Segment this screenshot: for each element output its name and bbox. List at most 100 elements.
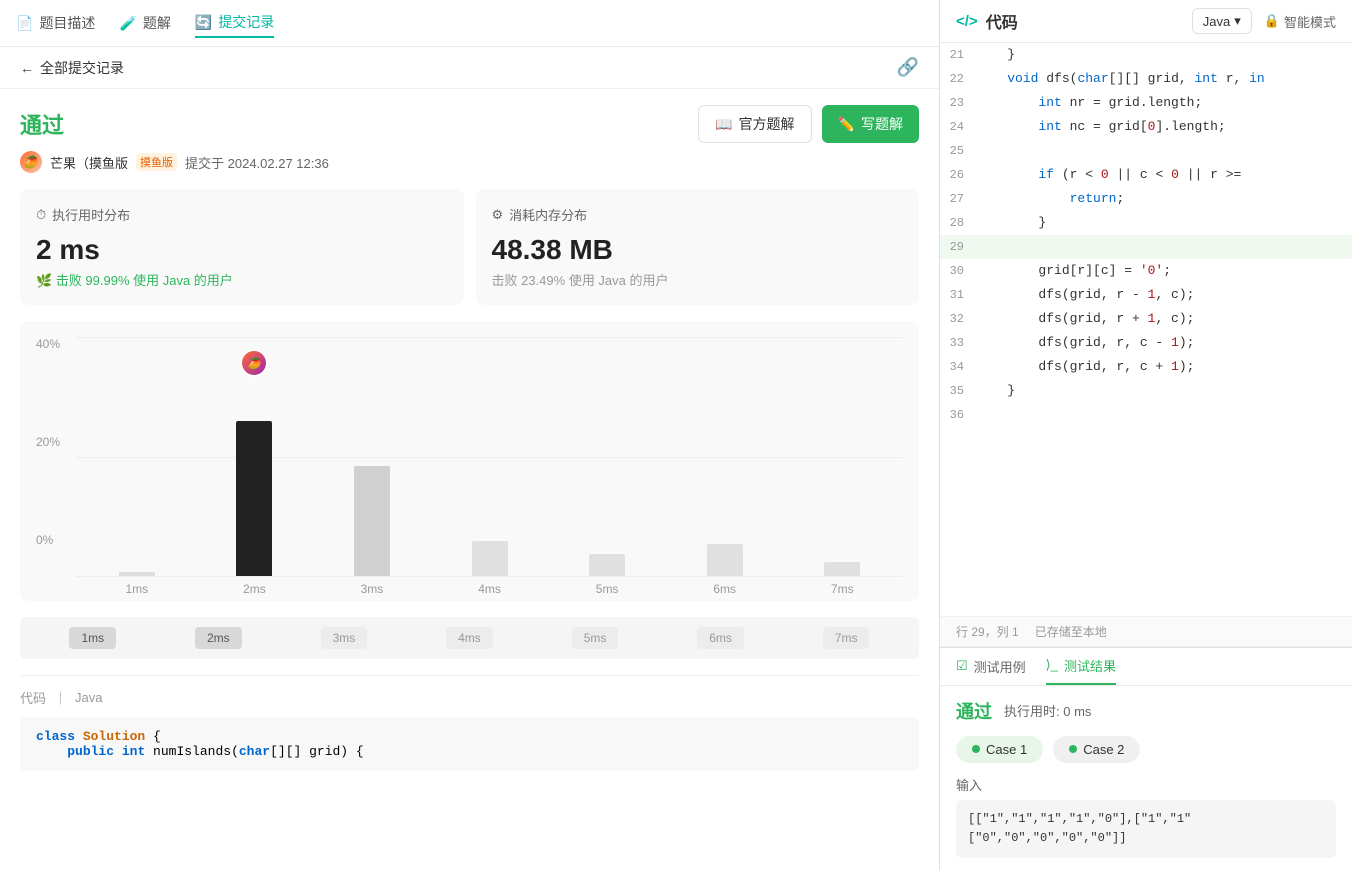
x-label-2ms: 2ms xyxy=(204,582,306,596)
nav-submissions[interactable]: 🔄 提交记录 xyxy=(195,8,274,38)
code-section: 代码 ｜ Java class Solution { public int nu… xyxy=(20,675,919,771)
right-title-label: 代码 xyxy=(986,9,1018,33)
code-brackets-icon: </> xyxy=(956,13,978,30)
leaf-icon: 🌿 xyxy=(36,273,52,288)
editor-line-36: 36 xyxy=(940,403,1352,427)
scroll-5ms[interactable]: 5ms xyxy=(572,627,619,649)
right-panel: </> 代码 Java ▾ 🔒 智能模式 21 } 22 void dfs(ch… xyxy=(940,0,1352,870)
write-solution-button[interactable]: ✏️ 写题解 xyxy=(822,105,919,143)
terminal-icon: ⟩_ xyxy=(1046,657,1058,673)
memory-value: 48.38 MB xyxy=(492,234,904,266)
smart-mode-toggle[interactable]: 🔒 智能模式 xyxy=(1264,12,1336,31)
result-status-row: 通过 执行用时: 0 ms xyxy=(956,698,1336,724)
y-label-20: 20% xyxy=(36,435,76,449)
bottom-tabs: ☑ 测试用例 ⟩_ 测试结果 xyxy=(940,648,1352,686)
code-editor[interactable]: 21 } 22 void dfs(char[][] grid, int r, i… xyxy=(940,43,1352,616)
submit-time: 提交于 2024.02.27 12:36 xyxy=(185,153,329,172)
result-pass-text: 通过 xyxy=(956,698,992,724)
input-value-line2: ["0","0","0","0","0"]] xyxy=(968,831,1126,845)
bar-2ms-rect xyxy=(236,421,272,576)
time-title-label: 执行用时分布 xyxy=(52,205,130,224)
editor-line-25: 25 xyxy=(940,139,1352,163)
bar-6ms-rect xyxy=(707,544,743,576)
nav-solution[interactable]: 🧪 题解 xyxy=(119,9,170,37)
chart-container: 40% 20% 0% xyxy=(20,321,919,601)
x-label-3ms: 3ms xyxy=(321,582,423,596)
editor-line-23: 23 int nr = grid.length; xyxy=(940,91,1352,115)
editor-line-34: 34 dfs(grid, r, c + 1); xyxy=(940,355,1352,379)
user-info: 🥭 芒果（摸鱼版 摸鱼版 提交于 2024.02.27 12:36 xyxy=(20,151,919,173)
right-panel-title: </> 代码 xyxy=(956,9,1018,33)
stats-grid: ⏱ 执行用时分布 2 ms 🌿 击败 99.99% 使用 Java 的用户 ⚙ … xyxy=(20,189,919,305)
memory-title-label: 消耗内存分布 xyxy=(509,205,587,224)
case2-dot xyxy=(1069,745,1077,753)
result-area: 通过 执行用时: 0 ms Case 1 Case 2 输入 [["1","1"… xyxy=(940,686,1352,870)
editor-line-28: 28 } xyxy=(940,211,1352,235)
code-line-1: class Solution { xyxy=(36,729,903,744)
link-icon[interactable]: 🔗 xyxy=(897,57,919,78)
edit-icon: ✏️ xyxy=(838,116,855,133)
nav-description-label: 题目描述 xyxy=(39,13,95,33)
nav-submissions-label: 提交记录 xyxy=(218,12,274,32)
smart-mode-label: 智能模式 xyxy=(1284,12,1336,31)
x-label-7ms: 7ms xyxy=(791,582,893,596)
back-label: 全部提交记录 xyxy=(40,58,124,78)
nav-description[interactable]: 📄 题目描述 xyxy=(16,9,95,37)
test-result-label: 测试结果 xyxy=(1064,656,1116,675)
y-label-40: 40% xyxy=(36,337,76,351)
pass-status: 通过 xyxy=(20,108,64,140)
official-btn-label: 官方题解 xyxy=(739,114,795,134)
editor-line-29: 29 xyxy=(940,235,1352,259)
bar-2ms: 🥭 xyxy=(204,337,306,576)
code-breadcrumb: 代码 ｜ Java xyxy=(20,688,919,707)
bar-3ms-rect xyxy=(354,466,390,576)
book-icon: 📖 xyxy=(715,116,732,133)
case1-tab[interactable]: Case 1 xyxy=(956,736,1043,763)
nav-solution-label: 题解 xyxy=(143,13,171,33)
test-result-tab[interactable]: ⟩_ 测试结果 xyxy=(1046,656,1116,685)
breadcrumb-separator: ｜ xyxy=(54,688,67,707)
lang-label: Java xyxy=(1203,14,1230,29)
editor-line-27: 27 return; xyxy=(940,187,1352,211)
user-name: 芒果（摸鱼版 xyxy=(50,153,128,172)
case1-dot xyxy=(972,745,980,753)
case-tabs: Case 1 Case 2 xyxy=(956,736,1336,763)
editor-line-32: 32 dfs(grid, r + 1, c); xyxy=(940,307,1352,331)
grid-line-top xyxy=(76,337,903,338)
back-button[interactable]: ← 全部提交记录 xyxy=(20,58,124,78)
scroll-3ms[interactable]: 3ms xyxy=(321,627,368,649)
action-buttons: 📖 官方题解 ✏️ 写题解 xyxy=(698,105,919,143)
test-case-label: 测试用例 xyxy=(974,657,1026,676)
submissions-icon: 🔄 xyxy=(195,14,212,31)
scroll-4ms[interactable]: 4ms xyxy=(446,627,493,649)
x-label-1ms: 1ms xyxy=(86,582,188,596)
scroll-1ms[interactable]: 1ms xyxy=(69,627,116,649)
input-box: [["1","1","1","1","0"],["1","1" ["0","0"… xyxy=(956,800,1336,858)
language-selector[interactable]: Java ▾ xyxy=(1192,8,1252,34)
official-solution-button[interactable]: 📖 官方题解 xyxy=(698,105,811,143)
user-avatar-marker: 🥭 xyxy=(240,349,268,377)
test-case-tab[interactable]: ☑ 测试用例 xyxy=(956,656,1026,685)
time-value: 2 ms xyxy=(36,234,448,266)
editor-lines: 21 } 22 void dfs(char[][] grid, int r, i… xyxy=(940,43,1352,523)
bar-5ms-rect xyxy=(589,554,625,576)
time-beat-label: 击败 99.99% 使用 Java 的用户 xyxy=(56,273,233,288)
solution-icon: 🧪 xyxy=(119,15,136,32)
scroll-2ms[interactable]: 2ms xyxy=(195,627,242,649)
x-label-5ms: 5ms xyxy=(556,582,658,596)
scroll-7ms[interactable]: 7ms xyxy=(823,627,870,649)
scroll-nav[interactable]: 1ms 2ms 3ms 4ms 5ms 6ms 7ms xyxy=(20,617,919,659)
clock-icon: ⏱ xyxy=(36,207,46,223)
checkbox-icon: ☑ xyxy=(956,658,968,674)
right-nav-controls: Java ▾ 🔒 智能模式 xyxy=(1192,8,1336,34)
write-btn-label: 写题解 xyxy=(861,114,903,134)
x-label-4ms: 4ms xyxy=(439,582,541,596)
case2-label: Case 2 xyxy=(1083,742,1124,757)
memory-stat-card: ⚙ 消耗内存分布 48.38 MB 击败 23.49% 使用 Java 的用户 xyxy=(476,189,920,305)
scroll-6ms[interactable]: 6ms xyxy=(697,627,744,649)
case2-tab[interactable]: Case 2 xyxy=(1053,736,1140,763)
input-value-line1: [["1","1","1","1","0"],["1","1" xyxy=(968,812,1191,826)
right-top-nav: </> 代码 Java ▾ 🔒 智能模式 xyxy=(940,0,1352,43)
bottom-panel: ☑ 测试用例 ⟩_ 测试结果 通过 执行用时: 0 ms Case 1 C xyxy=(940,647,1352,870)
editor-line-21: 21 } xyxy=(940,43,1352,67)
